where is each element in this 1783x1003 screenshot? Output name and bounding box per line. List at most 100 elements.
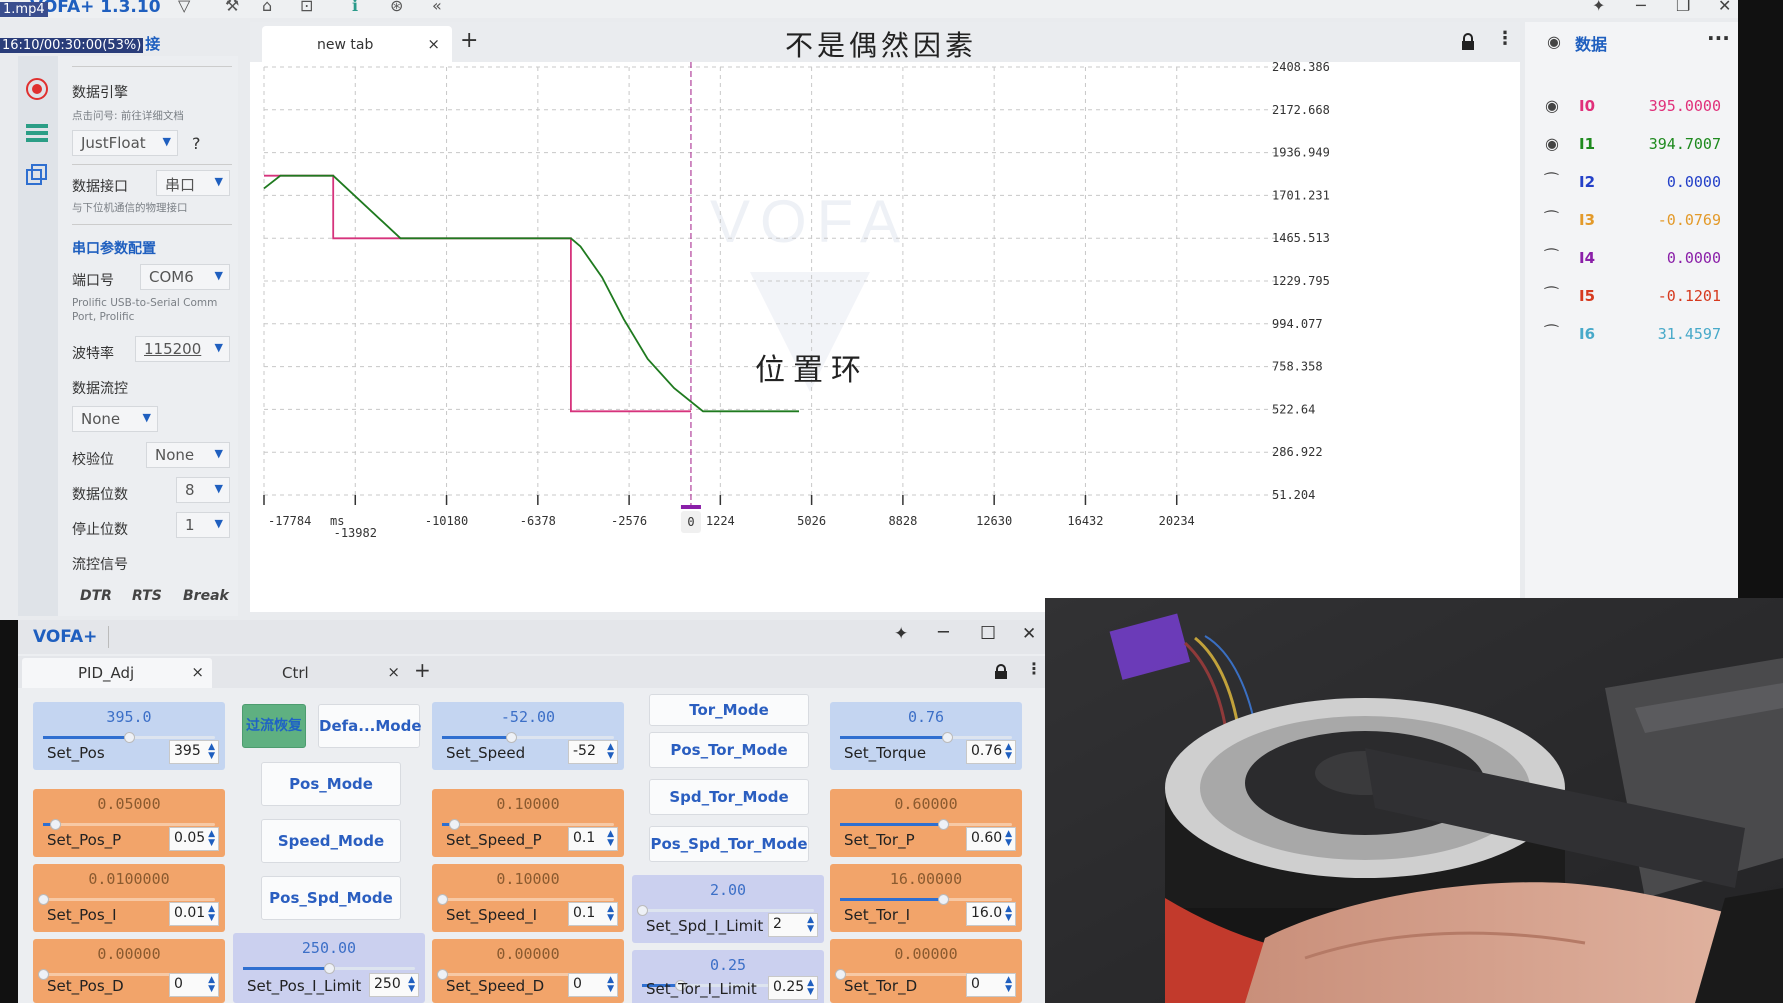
eye-closed-icon[interactable]: ⁀: [1545, 248, 1558, 267]
lock-icon[interactable]: [994, 664, 1008, 680]
spin-arrows-icon[interactable]: ▲ ▼: [607, 830, 614, 848]
spin-arrows-icon[interactable]: ▲ ▼: [1005, 743, 1012, 761]
slider-handle[interactable]: [941, 732, 953, 743]
channel-row[interactable]: ⁀ I4 0.0000: [1545, 246, 1735, 272]
spin-arrows-icon[interactable]: ▲ ▼: [607, 743, 614, 761]
value-spinbox[interactable]: 0 ▲ ▼: [568, 973, 618, 997]
add-tab-button[interactable]: +: [460, 28, 478, 53]
default-mode-button[interactable]: Defa...Mode: [318, 704, 422, 748]
spin-arrows-icon[interactable]: ▲ ▼: [1005, 905, 1012, 923]
maximize-icon[interactable]: ☐: [980, 623, 996, 644]
help-button[interactable]: ?: [192, 134, 201, 153]
spin-arrows-icon[interactable]: ▲ ▼: [807, 979, 814, 997]
restore-icon[interactable]: ❐: [1676, 0, 1690, 15]
pos-mode-button[interactable]: Pos_Mode: [261, 762, 401, 806]
eye-icon[interactable]: ◉: [1545, 134, 1559, 153]
slider-handle[interactable]: [505, 732, 517, 743]
overcurrent-reset-button[interactable]: 过流恢复: [242, 704, 306, 748]
close-icon[interactable]: ✕: [1022, 624, 1036, 644]
slider-track[interactable]: [43, 732, 215, 743]
minimize-icon[interactable]: ─: [1636, 0, 1646, 15]
eye-closed-icon[interactable]: ⁀: [1545, 324, 1558, 343]
spin-arrows-icon[interactable]: ▲ ▼: [1005, 976, 1012, 994]
lock-icon[interactable]: [1460, 33, 1476, 51]
spin-arrows-icon[interactable]: ▲ ▼: [408, 976, 415, 994]
spin-arrows-icon[interactable]: ▲ ▼: [607, 905, 614, 923]
record-icon[interactable]: [24, 76, 50, 102]
more-vertical-icon[interactable]: ⋮: [1026, 659, 1042, 678]
slider-handle[interactable]: [324, 963, 335, 974]
value-spinbox[interactable]: 0.01 ▲ ▼: [169, 902, 219, 926]
slider-track[interactable]: [840, 819, 1012, 830]
filter-icon[interactable]: ▽: [178, 0, 190, 15]
databits-select[interactable]: 8 ▼: [176, 477, 230, 503]
pos-spd-mode-button[interactable]: Pos_Spd_Mode: [261, 876, 401, 920]
tab-new-tab[interactable]: new tab ×: [262, 26, 452, 62]
spin-arrows-icon[interactable]: ▲ ▼: [208, 830, 215, 848]
value-spinbox[interactable]: 0.1 ▲ ▼: [568, 827, 618, 851]
channel-row[interactable]: ⁀ I6 31.4597: [1545, 322, 1735, 348]
slider-track[interactable]: [38, 894, 215, 905]
slider-handle[interactable]: [38, 894, 49, 905]
close-icon[interactable]: ✕: [1718, 0, 1731, 15]
slider-handle[interactable]: [124, 732, 135, 743]
slider-handle[interactable]: [938, 819, 950, 830]
eye-closed-icon[interactable]: ⁀: [1545, 172, 1558, 191]
slider-track[interactable]: [637, 905, 814, 916]
slider-track[interactable]: [43, 819, 215, 830]
value-spinbox[interactable]: 0.60 ▲ ▼: [966, 827, 1016, 851]
speed-mode-button[interactable]: Speed_Mode: [261, 819, 401, 863]
slider-handle[interactable]: [437, 894, 448, 905]
engine-select[interactable]: JustFloat ▼: [72, 130, 178, 156]
fingerprint-icon[interactable]: ⊛: [390, 0, 403, 15]
value-spinbox[interactable]: 0 ▲ ▼: [169, 973, 219, 997]
tab-pid-adj[interactable]: PID_Adj ×: [22, 658, 212, 688]
slider-track[interactable]: [840, 894, 1012, 905]
pos-tor-mode-button[interactable]: Pos_Tor_Mode: [649, 732, 809, 768]
eye-closed-icon[interactable]: ⁀: [1545, 286, 1558, 305]
close-icon[interactable]: ×: [191, 663, 204, 681]
minimize-icon[interactable]: ─: [938, 622, 949, 643]
pos-spd-tor-mode-button[interactable]: Pos_Spd_Tor_Mode: [649, 826, 809, 862]
more-icon[interactable]: ···: [1707, 26, 1730, 50]
slider-track[interactable]: [442, 732, 614, 743]
value-spinbox[interactable]: 250 ▲ ▼: [369, 973, 419, 997]
more-vertical-icon[interactable]: ⋮: [1496, 28, 1514, 49]
stopbits-select[interactable]: 1 ▼: [176, 512, 230, 538]
slider-handle[interactable]: [938, 894, 950, 905]
channel-row[interactable]: ⁀ I2 0.0000: [1545, 170, 1735, 196]
value-spinbox[interactable]: 0.1 ▲ ▼: [568, 902, 618, 926]
plugin-icon[interactable]: ⌂: [262, 0, 272, 15]
spin-arrows-icon[interactable]: ▲ ▼: [208, 743, 215, 761]
spin-arrows-icon[interactable]: ▲ ▼: [1005, 830, 1012, 848]
value-spinbox[interactable]: -52 ▲ ▼: [568, 740, 618, 764]
slider-handle[interactable]: [637, 905, 648, 916]
screenshot-icon[interactable]: ⊡: [300, 0, 313, 15]
spin-arrows-icon[interactable]: ▲ ▼: [807, 916, 814, 934]
line-chart[interactable]: VOFA 2408.386 2172.668 1936.949 1701.231 1465…: [250, 62, 1520, 612]
tab-ctrl[interactable]: Ctrl ×: [218, 658, 408, 688]
eye-closed-icon[interactable]: ⁀: [1545, 210, 1558, 229]
tool-icon[interactable]: ⚒: [225, 0, 239, 15]
interface-select[interactable]: 串口 ▼: [156, 170, 230, 196]
pin-icon[interactable]: ✦: [894, 624, 908, 644]
slider-track[interactable]: [840, 732, 1012, 743]
pin-icon[interactable]: ✦: [1592, 0, 1605, 15]
spd-tor-mode-button[interactable]: Spd_Tor_Mode: [649, 779, 809, 815]
spin-arrows-icon[interactable]: ▲ ▼: [208, 905, 215, 923]
dtr-button[interactable]: DTR: [80, 588, 112, 604]
menu-icon[interactable]: [24, 120, 50, 146]
slider-track[interactable]: [243, 963, 415, 974]
tor-mode-button[interactable]: Tor_Mode: [649, 694, 809, 726]
close-icon[interactable]: ×: [387, 663, 400, 681]
port-select[interactable]: COM6 ▼: [140, 264, 230, 290]
channel-row[interactable]: ⁀ I5 -0.1201: [1545, 284, 1735, 310]
break-button[interactable]: Break: [183, 588, 229, 604]
rts-button[interactable]: RTS: [132, 588, 162, 604]
parity-select[interactable]: None ▼: [146, 442, 230, 468]
windows-icon[interactable]: [24, 162, 50, 188]
value-spinbox[interactable]: 0.76 ▲ ▼: [966, 740, 1016, 764]
value-spinbox[interactable]: 0.25 ▲ ▼: [768, 976, 818, 1000]
slider-track[interactable]: [437, 894, 614, 905]
channel-row[interactable]: ◉ I1 394.7007: [1545, 132, 1735, 158]
